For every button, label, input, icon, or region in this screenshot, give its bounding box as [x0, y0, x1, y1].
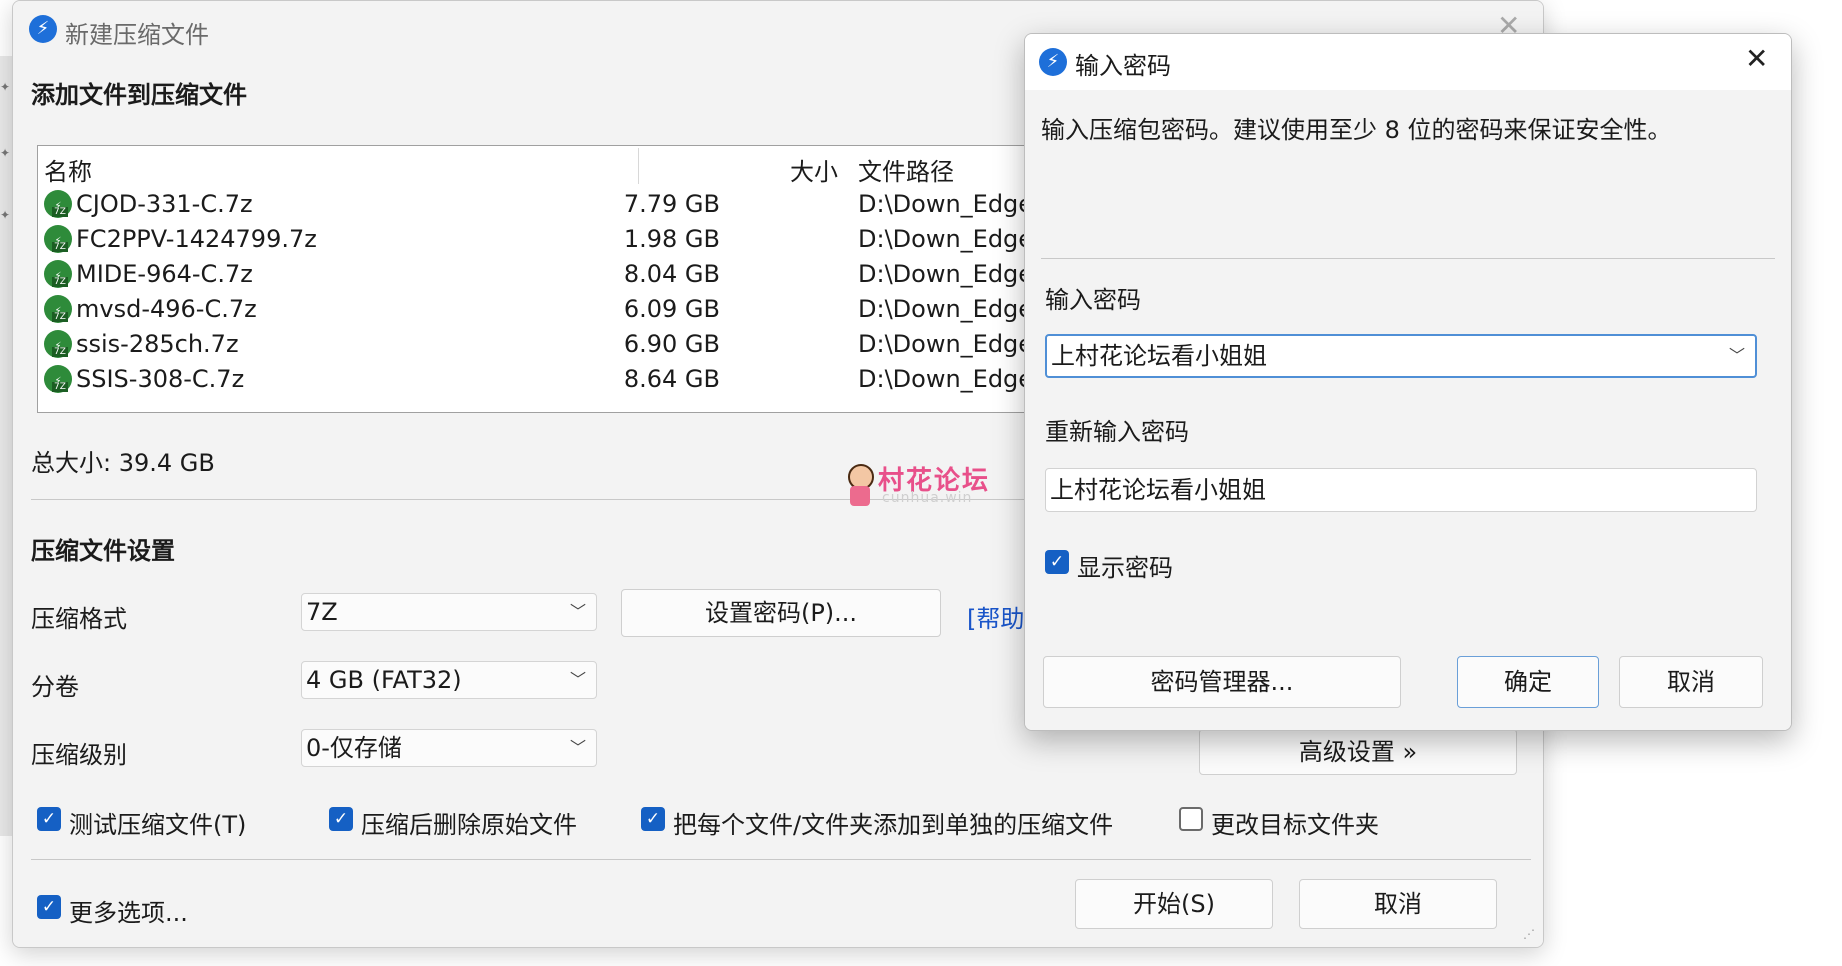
close-icon[interactable]: ✕ [1745, 42, 1768, 75]
password-dialog: ⚡ 输入密码 ✕ 输入压缩包密码。建议使用至少 8 位的密码来保证安全性。 输入… [1024, 33, 1792, 731]
column-separator[interactable] [638, 148, 639, 184]
chevron-down-icon: ﹀ [569, 670, 586, 689]
checkbox-label: 更改目标文件夹 [1211, 811, 1379, 839]
format-value: 7Z [306, 598, 338, 626]
file-name: MIDE-964-C.7z [76, 260, 253, 288]
column-header-size[interactable]: 大小 [790, 152, 838, 187]
checkmark-icon: ✓ [641, 807, 665, 831]
file-row[interactable]: ⚡7Z MIDE-964-C.7z 8.04 GB D:\Down_Edge\ [38, 258, 1042, 293]
checkbox-label: 测试压缩文件(T) [69, 811, 247, 839]
file-name: CJOD-331-C.7z [76, 190, 253, 218]
file-row[interactable]: ⚡7Z FC2PPV-1424799.7z 1.98 GB D:\Down_Ed… [38, 223, 1042, 258]
checkmark-icon: ✓ [329, 807, 353, 831]
file-path: D:\Down_Edge\ [858, 295, 1042, 323]
7z-file-icon: ⚡7Z [44, 295, 72, 323]
divider [1041, 258, 1775, 259]
checkbox-unchecked [1179, 807, 1203, 831]
file-row[interactable]: ⚡7Z CJOD-331-C.7z 7.79 GB D:\Down_Edge\ [38, 188, 1042, 223]
7z-file-icon: ⚡7Z [44, 190, 72, 218]
password-value: 上村花论坛看小姐姐 [1051, 342, 1267, 370]
level-label: 压缩级别 [31, 741, 127, 769]
section-add-title: 添加文件到压缩文件 [31, 81, 247, 109]
start-button[interactable]: 开始(S) [1075, 879, 1273, 929]
file-row[interactable]: ⚡7Z SSIS-308-C.7z 8.64 GB D:\Down_Edge\ [38, 363, 1042, 398]
confirm-password-label: 重新输入密码 [1045, 418, 1189, 446]
format-select[interactable]: 7Z ﹀ [301, 593, 597, 631]
watermark-subtext: cunhua.win [882, 490, 973, 506]
dialog-titlebar: ⚡ 输入密码 ✕ [1025, 34, 1791, 90]
file-path: D:\Down_Edge\ [858, 365, 1042, 393]
level-select[interactable]: 0-仅存储 ﹀ [301, 729, 597, 767]
bandizip-app-icon: ⚡ [1039, 48, 1067, 76]
pin-icon: ✦ [0, 146, 11, 160]
file-name: SSIS-308-C.7z [76, 365, 245, 393]
dialog-body: 输入压缩包密码。建议使用至少 8 位的密码来保证安全性。 输入密码 上村花论坛看… [1025, 90, 1791, 730]
column-header-name[interactable]: 名称 [44, 152, 92, 187]
file-row[interactable]: ⚡7Z mvsd-496-C.7z 6.09 GB D:\Down_Edge\ [38, 293, 1042, 328]
file-size: 8.64 GB [623, 365, 720, 393]
file-size: 7.79 GB [623, 190, 720, 218]
advanced-settings-button[interactable]: 高级设置 » [1199, 729, 1517, 775]
dialog-description: 输入压缩包密码。建议使用至少 8 位的密码来保证安全性。 [1041, 116, 1672, 144]
background-window-edge [0, 56, 12, 836]
file-name: FC2PPV-1424799.7z [76, 225, 317, 253]
section-settings-title: 压缩文件设置 [31, 537, 175, 565]
level-value: 0-仅存储 [306, 734, 402, 762]
cancel-button[interactable]: 取消 [1299, 879, 1497, 929]
dialog-title: 输入密码 [1075, 52, 1171, 80]
volume-label: 分卷 [31, 673, 79, 701]
chevron-down-icon[interactable]: ﹀ [1729, 336, 1745, 376]
password-input[interactable]: 上村花论坛看小姐姐 ﹀ [1045, 334, 1757, 378]
7z-file-icon: ⚡7Z [44, 330, 72, 358]
7z-file-icon: ⚡7Z [44, 260, 72, 288]
format-label: 压缩格式 [31, 605, 127, 633]
checkbox-label: 显示密码 [1077, 554, 1173, 582]
column-header-path[interactable]: 文件路径 [858, 152, 954, 187]
file-name: mvsd-496-C.7z [76, 295, 257, 323]
file-size: 6.90 GB [623, 330, 720, 358]
checkbox-label: 把每个文件/文件夹添加到单独的压缩文件 [673, 811, 1114, 839]
file-path: D:\Down_Edge\ [858, 330, 1042, 358]
7z-file-icon: ⚡7Z [44, 225, 72, 253]
volume-value: 4 GB (FAT32) [306, 666, 462, 694]
file-name: ssis-285ch.7z [76, 330, 239, 358]
set-password-button[interactable]: 设置密码(P)... [621, 589, 941, 637]
checkmark-icon: ✓ [1045, 550, 1069, 574]
pin-icon: ✦ [0, 208, 11, 222]
ok-button[interactable]: 确定 [1457, 656, 1599, 708]
checkbox-label: 更多选项... [69, 899, 188, 927]
resize-grip-icon[interactable]: ⋰ [1523, 927, 1539, 943]
total-size: 总大小: 39.4 GB [31, 449, 215, 477]
volume-select[interactable]: 4 GB (FAT32) ﹀ [301, 661, 597, 699]
checkmark-icon: ✓ [37, 807, 61, 831]
file-list[interactable]: 名称 大小 文件路径 ⚡7Z CJOD-331-C.7z 7.79 GB D:\… [37, 145, 1042, 413]
checkmark-icon: ✓ [37, 895, 61, 919]
file-path: D:\Down_Edge\ [858, 260, 1042, 288]
divider [31, 859, 1531, 860]
watermark-avatar-body [850, 486, 870, 506]
dialog-cancel-button[interactable]: 取消 [1619, 656, 1763, 708]
file-path: D:\Down_Edge\ [858, 225, 1042, 253]
file-size: 8.04 GB [623, 260, 720, 288]
chevron-down-icon: ﹀ [569, 602, 586, 621]
7z-file-icon: ⚡7Z [44, 365, 72, 393]
file-size: 1.98 GB [623, 225, 720, 253]
bandizip-app-icon: ⚡ [29, 15, 57, 43]
confirm-password-value: 上村花论坛看小姐姐 [1050, 476, 1266, 504]
chevron-down-icon: ﹀ [569, 738, 586, 757]
pin-icon: ✦ [0, 80, 11, 94]
file-path: D:\Down_Edge\ [858, 190, 1042, 218]
file-row[interactable]: ⚡7Z ssis-285ch.7z 6.90 GB D:\Down_Edge\ [38, 328, 1042, 363]
watermark: 村花论坛 cunhua.win [848, 460, 1008, 512]
password-label: 输入密码 [1045, 286, 1141, 314]
window-title: 新建压缩文件 [65, 21, 209, 49]
checkbox-label: 压缩后删除原始文件 [361, 811, 577, 839]
file-size: 6.09 GB [623, 295, 720, 323]
confirm-password-input[interactable]: 上村花论坛看小姐姐 [1045, 468, 1757, 512]
password-manager-button[interactable]: 密码管理器... [1043, 656, 1401, 708]
